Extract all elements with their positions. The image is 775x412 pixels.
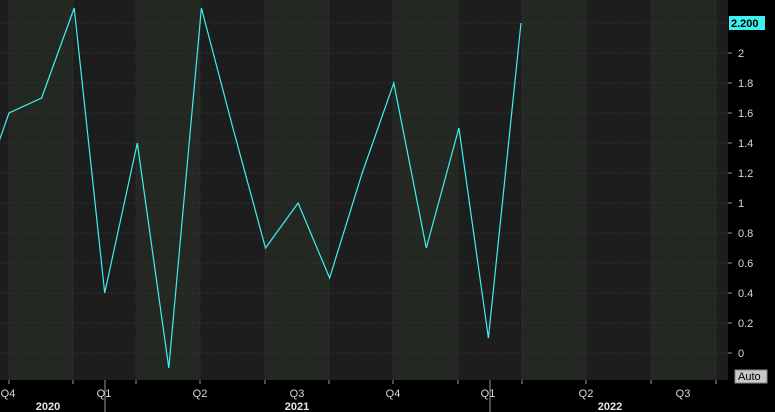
auto-scale-label: Auto xyxy=(738,371,761,383)
last-value-label: 2.200 xyxy=(731,18,759,30)
x-quarter-label: Q3 xyxy=(290,388,305,400)
x-quarter-label: Q1 xyxy=(97,388,112,400)
y-tick-label: 1.8 xyxy=(738,78,753,90)
y-tick-label: 1.6 xyxy=(738,108,753,120)
x-quarter-label: Q1 xyxy=(481,388,496,400)
y-tick-label: 0 xyxy=(738,348,744,360)
x-year-label: 2020 xyxy=(36,401,60,412)
y-tick-label: 0.6 xyxy=(738,258,753,270)
y-tick-label: 2 xyxy=(738,48,744,60)
line-chart: 2 1.8 1.6 1.4 1.2 1 0.8 0.6 0.4 0.2 0 Q4 Q1 Q2 Q3 Q4 Q1 Q… xyxy=(0,0,775,412)
y-tick-label: 1 xyxy=(738,198,744,210)
x-quarter-label: Q4 xyxy=(386,388,401,400)
x-quarter-label: Q4 xyxy=(1,388,16,400)
y-tick-label: 0.8 xyxy=(738,228,753,240)
x-year-label: 2022 xyxy=(598,401,622,412)
y-axis-panel xyxy=(728,0,775,412)
chart-canvas: 2 1.8 1.6 1.4 1.2 1 0.8 0.6 0.4 0.2 0 Q4 Q1 Q2 Q3 Q4 Q1 Q… xyxy=(0,0,775,412)
y-tick-label: 0.2 xyxy=(738,318,753,330)
x-quarter-label: Q3 xyxy=(676,388,691,400)
x-year-label: 2021 xyxy=(285,401,309,412)
y-tick-label: 1.4 xyxy=(738,138,753,150)
y-tick-label: 0.4 xyxy=(738,288,753,300)
x-quarter-label: Q2 xyxy=(579,388,594,400)
y-tick-label: 1.2 xyxy=(738,168,753,180)
x-quarter-label: Q2 xyxy=(193,388,208,400)
